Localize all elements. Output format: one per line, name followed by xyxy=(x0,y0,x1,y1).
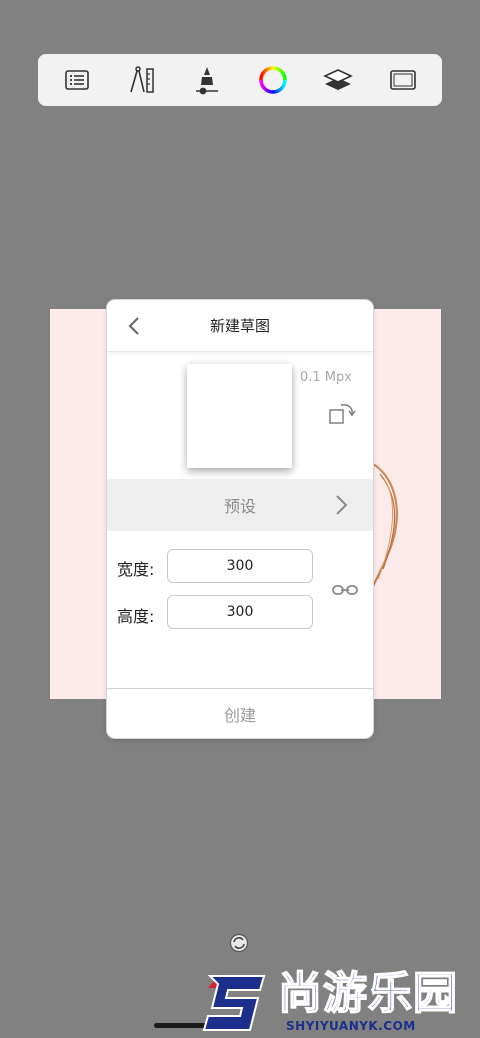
chevron-right-icon xyxy=(336,495,348,515)
top-toolbar xyxy=(38,54,442,106)
dialog-header: 新建草图 xyxy=(107,300,373,352)
create-label: 创建 xyxy=(223,705,256,725)
hair-stroke xyxy=(371,463,398,590)
dialog-title: 新建草图 xyxy=(209,317,270,335)
sync-button[interactable] xyxy=(229,933,249,953)
width-label: 宽度: xyxy=(117,560,155,579)
preset-row[interactable]: 预设 xyxy=(107,479,373,531)
fullscreen-icon[interactable] xyxy=(383,60,423,100)
chevron-left-icon xyxy=(128,317,139,335)
rotate-orientation-button[interactable] xyxy=(327,400,357,430)
layers-icon[interactable] xyxy=(318,60,358,100)
rotate-icon xyxy=(329,404,356,424)
list-icon[interactable] xyxy=(57,60,97,100)
color-wheel-icon[interactable] xyxy=(253,60,293,100)
watermark-subtitle: SHYIYUANYK.COM xyxy=(286,1019,416,1033)
preset-label: 预设 xyxy=(223,497,256,516)
link-icon xyxy=(332,585,358,595)
width-field[interactable] xyxy=(167,549,313,583)
back-button[interactable] xyxy=(123,314,147,338)
height-field[interactable] xyxy=(167,595,313,629)
aspect-link-button[interactable] xyxy=(331,580,359,600)
new-sketch-dialog: 新建草图 0.1 Mpx 预设 宽度: 高度: 创建 xyxy=(107,300,373,738)
watermark: 尚游乐园 SHYIYUANYK.COM xyxy=(200,968,480,1038)
watermark-logo xyxy=(202,974,266,1031)
megapixel-label: 0.1 Mpx xyxy=(300,370,352,385)
sync-icon xyxy=(229,933,249,953)
canvas-preview xyxy=(187,364,292,468)
watermark-title: 尚游乐园 xyxy=(277,968,458,1019)
ruler-compass-icon[interactable] xyxy=(122,60,162,100)
brush-icon[interactable] xyxy=(187,60,227,100)
height-label: 高度: xyxy=(117,607,155,626)
create-button[interactable]: 创建 xyxy=(107,688,373,738)
